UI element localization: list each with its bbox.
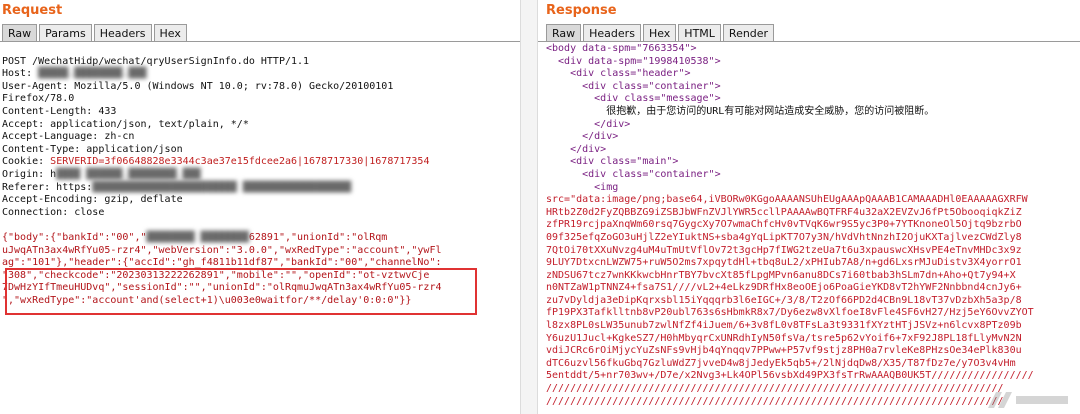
cookie-header: Cookie: SERVERID=3f06648828e3344c3ae37e1…	[2, 156, 430, 168]
body-redacted: ████████ ████████	[146, 231, 249, 243]
request-raw-editor[interactable]: POST /WechatHidp/wechat/qryUserSignInfo.…	[2, 43, 520, 414]
response-title: Response	[546, 3, 617, 18]
response-line: <div class="header">	[546, 68, 691, 80]
tab-raw[interactable]: Raw	[2, 24, 38, 42]
request-tabs: Raw Params Headers Hex	[2, 24, 187, 42]
accept-encoding-header: Accept-Encoding: gzip, deflate	[2, 194, 183, 206]
referer-header: Referer: https:████████████████████████ …	[2, 181, 352, 193]
content-type-header: Content-Type: application/json	[2, 143, 183, 155]
response-tab-underline	[538, 41, 1080, 42]
body-line-1: {"body":{"bankId":"00","████████ ███████…	[2, 231, 388, 243]
tab-hex[interactable]: Hex	[642, 24, 677, 42]
connection-header: Connection: close	[2, 206, 105, 218]
response-line: <div class="main">	[546, 156, 679, 168]
referer-value-redacted: ████████████████████████ ███████████████…	[92, 181, 352, 193]
request-line: POST /WechatHidp/wechat/qryUserSignInfo.…	[2, 55, 310, 67]
tab-params[interactable]: Params	[39, 24, 92, 42]
response-line: vdiJCRc6rOiMjycYuZsNFs9vHjb4qYnqqv7PPww+…	[546, 345, 1022, 357]
request-pane: Request Raw Params Headers Hex POST /Wec…	[0, 0, 520, 414]
accept-header: Accept: application/json, text/plain, */…	[2, 118, 249, 130]
response-line: src="data:image/png;base64,iVBORw0KGgoAA…	[546, 194, 1028, 206]
tab-html[interactable]: HTML	[678, 24, 721, 42]
response-line: l8zx8PL0sLW35unub7zwlNfZf4iJuem/6+3v8fL0…	[546, 320, 1022, 332]
response-line: <body data-spm="7663354">	[546, 43, 697, 54]
response-line: 很抱歉，由于您访问的URL有可能对网站造成安全威胁，您的访问被阻断。	[546, 105, 935, 117]
tab-headers[interactable]: Headers	[93, 24, 152, 42]
response-line: <div class="container">	[546, 168, 721, 180]
tab-render[interactable]: Render	[722, 24, 775, 42]
request-title: Request	[2, 3, 63, 18]
response-line: </div>	[546, 131, 619, 143]
tab-raw[interactable]: Raw	[546, 24, 582, 42]
response-line: <div class="container">	[546, 80, 721, 92]
pane-splitter[interactable]	[520, 0, 538, 414]
response-pane: Response Raw Headers Hex HTML Render <bo…	[538, 0, 1080, 414]
response-line: <img	[546, 181, 619, 193]
body-line-2: uJwqATn3ax4wRfYu05-rzr4","webVersion":"3…	[2, 244, 442, 256]
origin-header: Origin: h████ ██████.████████.███	[2, 168, 201, 180]
response-line: zfPR19rcjpaXnqWm60rsq7GygcXy7O7wmaChfcHv…	[546, 219, 1022, 231]
response-line: <div class="message">	[546, 93, 721, 105]
response-line: </div>	[546, 118, 631, 130]
response-line: Y6uzU1Jucl+KgkeSZ7/H0hMbyqrCxUNRdhIyN50f…	[546, 332, 1022, 344]
response-line: 09f325efqZoGO3uHjlZ2eYIuktNS+sba4gYqLipK…	[546, 231, 1022, 243]
content-length-header: Content-Length: 433	[2, 105, 117, 117]
tab-hex[interactable]: Hex	[153, 24, 187, 42]
host-value-redacted: █████.████████.███	[38, 68, 147, 80]
response-line: fP19PX3Tafklltnb8vP20ubl763s6sHbmkR8x7/D…	[546, 307, 1034, 319]
response-line: 5entddt/5+nr703wv+/D7e/x2Nvg3+Lk4OPl56vs…	[546, 370, 1034, 382]
response-line: 9LUY7DtxcnLWZW75+ruW5O2ms7xpqytdHl+tbq8u…	[546, 257, 1022, 269]
response-line: <div data-spm="1998410538">	[546, 55, 721, 67]
response-line: HRtb2Z0d2FyZQBBZG9iZSBJbWFnZVJlYWR5ccllP…	[546, 206, 1022, 218]
user-agent-continued: Firefox/78.0	[2, 93, 75, 105]
payload-highlight-box	[5, 268, 477, 315]
origin-value-redacted: ████ ██████.████████.███	[56, 168, 201, 180]
user-agent-header: User-Agent: Mozilla/5.0 (Windows NT 10.0…	[2, 80, 394, 92]
response-line: n0NTZaW1pTNNZ4+fsa7S1////vL2+4eLkz9DRfHx…	[546, 282, 1022, 294]
watermark-logo-icon	[988, 392, 1068, 408]
host-header: Host: █████.████████.███	[2, 68, 147, 80]
response-tabs: Raw Headers Hex HTML Render	[546, 24, 775, 42]
response-line: </div>	[546, 143, 607, 155]
cookie-value: SERVERID=3f06648828e3344c3ae37e15fdcee2a…	[50, 156, 430, 168]
response-raw-viewer[interactable]: <body data-spm="7663354"> <div data-spm=…	[546, 43, 1080, 414]
response-line: dTC6uzvl56fkuGbq7GzluWdZ7jvveD4w8jJedyEk…	[546, 357, 1016, 369]
tab-headers[interactable]: Headers	[583, 24, 641, 42]
response-line: zu7vDyldja3eDipKqrxsbl15iYqqqrb3l6eIGC+/…	[546, 294, 1022, 306]
response-line: 7QtOi70tXXuNvzg4uM4uTmUtVflOv72t3gcHp7fI…	[546, 244, 1022, 256]
accept-language-header: Accept-Language: zh-cn	[2, 131, 135, 143]
response-line: zNDSU67tcz7wnKKkwcbHnrTBY7bvcXt85fLpgMPv…	[546, 269, 1016, 281]
request-tab-underline	[0, 41, 520, 42]
